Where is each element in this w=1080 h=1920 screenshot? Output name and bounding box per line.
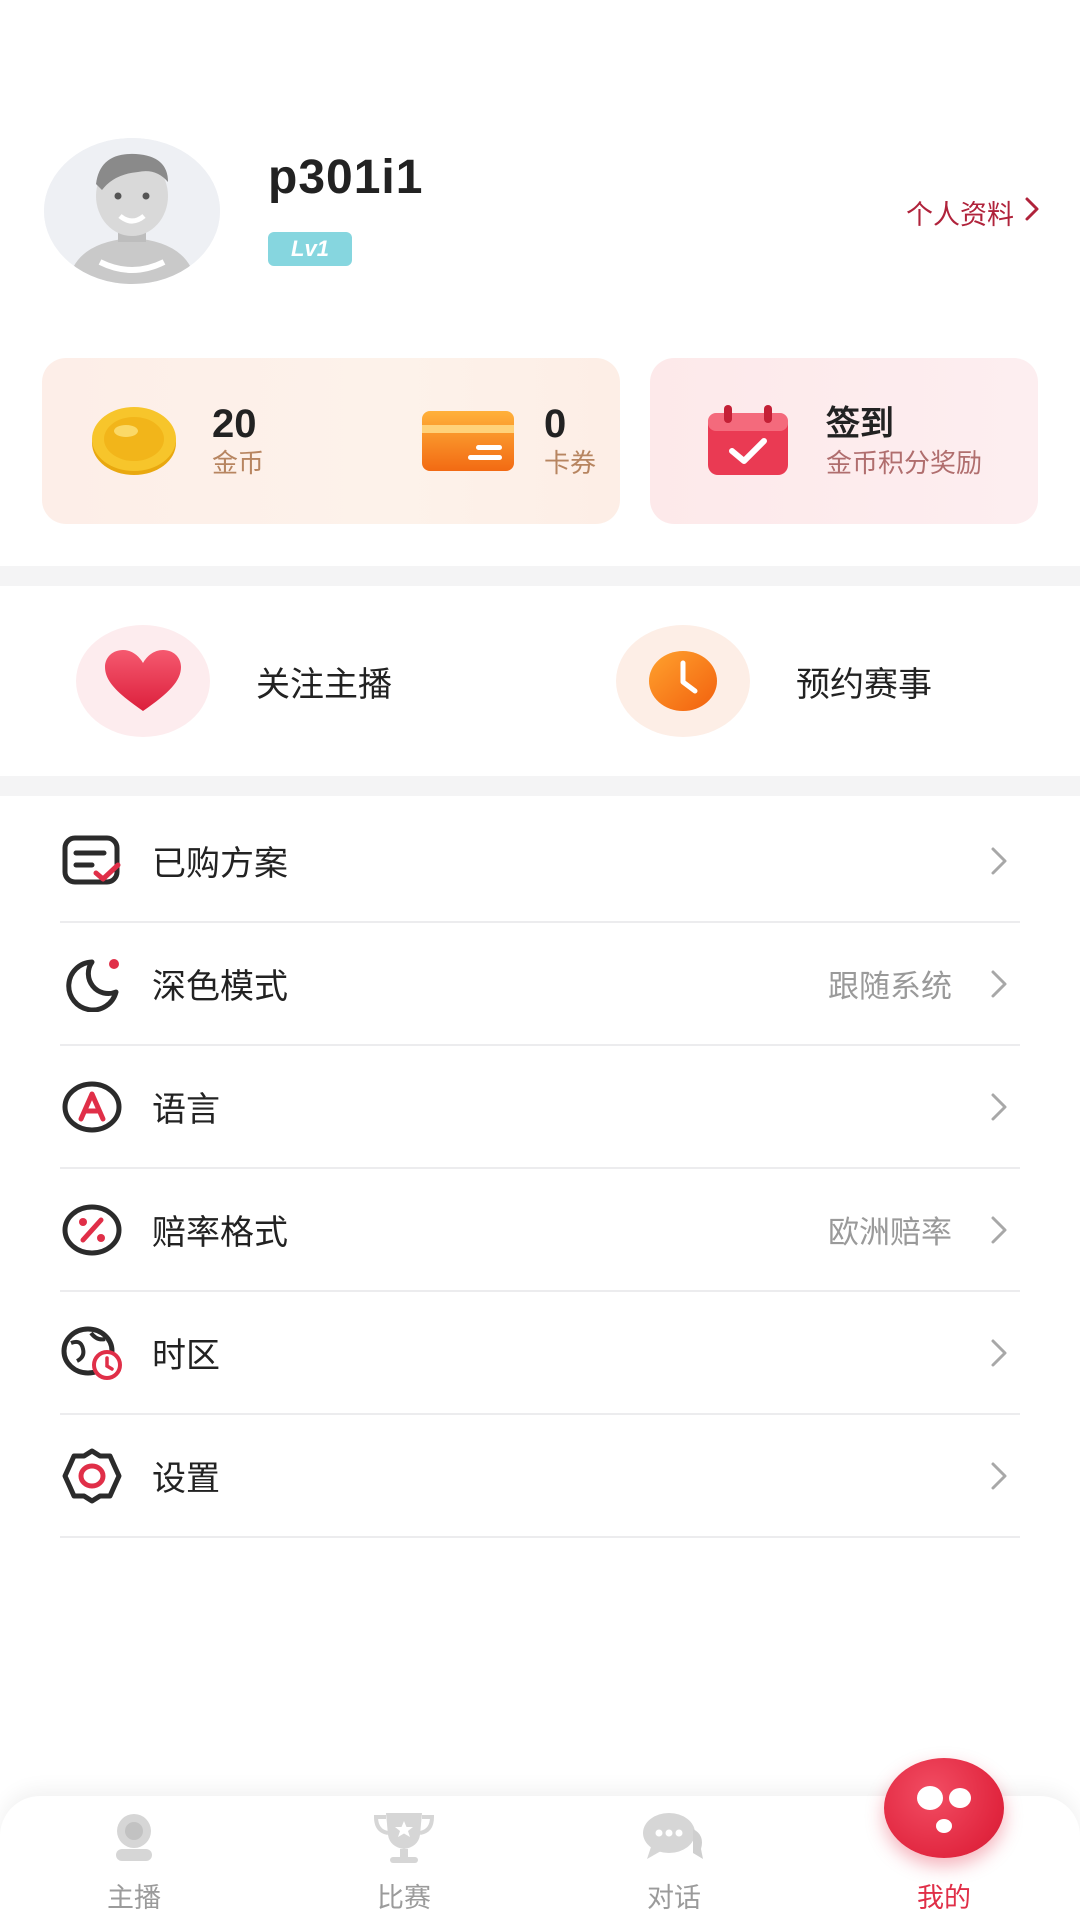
- wallet-card: 20 金币 0 卡券: [42, 358, 620, 524]
- signin-content: 签到 金币积分奖励: [702, 358, 982, 524]
- menu-item-purchased-plans[interactable]: 已购方案: [60, 800, 1020, 923]
- chevron-right-icon: [984, 841, 1014, 881]
- trophy-icon: [369, 1806, 439, 1868]
- profile-page: p301i1 Lv1 个人资料 20 金币 0 卡券 签到 金币积分奖励 关注主…: [0, 0, 1080, 1920]
- signin-subtitle: 金币积分奖励: [826, 449, 983, 479]
- chevron-right-icon: [984, 1210, 1014, 1250]
- menu-value: 欧洲赔率: [828, 1215, 952, 1251]
- streamer-icon: [99, 1806, 169, 1868]
- booked-matches-label: 预约赛事: [796, 664, 932, 705]
- coupons-stat[interactable]: 0 卡券: [422, 358, 596, 524]
- menu-label: 已购方案: [152, 844, 288, 884]
- tab-streamers[interactable]: 主播: [34, 1796, 234, 1920]
- profile-face-icon[interactable]: [884, 1758, 1004, 1858]
- gold-coin-icon: [88, 401, 180, 481]
- chat-icon: [639, 1806, 709, 1868]
- coupons-label: 卡券: [544, 449, 597, 479]
- tab-label: 主播: [107, 1883, 161, 1914]
- menu-item-timezone[interactable]: 时区: [60, 1292, 1020, 1415]
- avatar[interactable]: [44, 138, 220, 284]
- section-divider: [0, 776, 1080, 796]
- menu-item-dark-mode[interactable]: 深色模式 跟随系统: [60, 923, 1020, 1046]
- coupons-value: 0: [544, 402, 567, 446]
- menu-value: 跟随系统: [828, 969, 952, 1005]
- tab-label: 比赛: [377, 1883, 431, 1914]
- tab-label: 对话: [647, 1883, 701, 1914]
- follow-streamers-label: 关注主播: [256, 664, 392, 705]
- coins-label: 金币: [212, 449, 265, 479]
- menu-label: 时区: [152, 1336, 220, 1376]
- coins-value: 20: [212, 402, 257, 446]
- profile-header: p301i1 Lv1 个人资料: [0, 0, 1080, 340]
- heart-icon: [76, 625, 210, 737]
- menu-label: 设置: [152, 1459, 220, 1499]
- percent-icon: [60, 1198, 124, 1262]
- timezone-icon: [60, 1321, 124, 1385]
- coins-stat[interactable]: 20 金币: [88, 358, 264, 524]
- chevron-right-icon: [984, 1087, 1014, 1127]
- purchased-plan-icon: [60, 829, 124, 893]
- section-divider: [0, 566, 1080, 586]
- moon-icon: [60, 952, 124, 1016]
- chevron-right-icon: [984, 1456, 1014, 1496]
- menu-item-settings[interactable]: 设置: [60, 1415, 1020, 1538]
- calendar-check-icon: [702, 401, 794, 481]
- level-badge: Lv1: [268, 232, 352, 266]
- gear-icon: [60, 1444, 124, 1508]
- menu-item-odds-format[interactable]: 赔率格式 欧洲赔率: [60, 1169, 1020, 1292]
- signin-title: 签到: [826, 404, 894, 444]
- clock-icon: [616, 625, 750, 737]
- booked-matches-button[interactable]: 预约赛事: [616, 586, 932, 776]
- tab-matches[interactable]: 比赛: [304, 1796, 504, 1920]
- menu-item-language[interactable]: 语言: [60, 1046, 1020, 1169]
- menu-label: 深色模式: [152, 967, 288, 1007]
- language-icon: [60, 1075, 124, 1139]
- chevron-right-icon: [984, 964, 1014, 1004]
- menu-label: 语言: [152, 1090, 220, 1130]
- settings-menu: 已购方案 深色模式 跟随系统 语言 赔率格式 欧洲赔率 时区 设置: [60, 800, 1020, 1538]
- tab-label: 我的: [917, 1883, 971, 1914]
- chevron-right-icon: [984, 1333, 1014, 1373]
- menu-label: 赔率格式: [152, 1213, 288, 1253]
- username: p301i1: [268, 151, 424, 204]
- signin-card[interactable]: 签到 金币积分奖励: [650, 358, 1038, 524]
- profile-details-link[interactable]: 个人资料: [906, 190, 1040, 234]
- profile-link-label: 个人资料: [906, 199, 1014, 231]
- tab-chat[interactable]: 对话: [574, 1796, 774, 1920]
- follow-streamers-button[interactable]: 关注主播: [76, 586, 392, 776]
- card-coupon-icon: [422, 401, 514, 481]
- chevron-right-icon: [1024, 196, 1040, 229]
